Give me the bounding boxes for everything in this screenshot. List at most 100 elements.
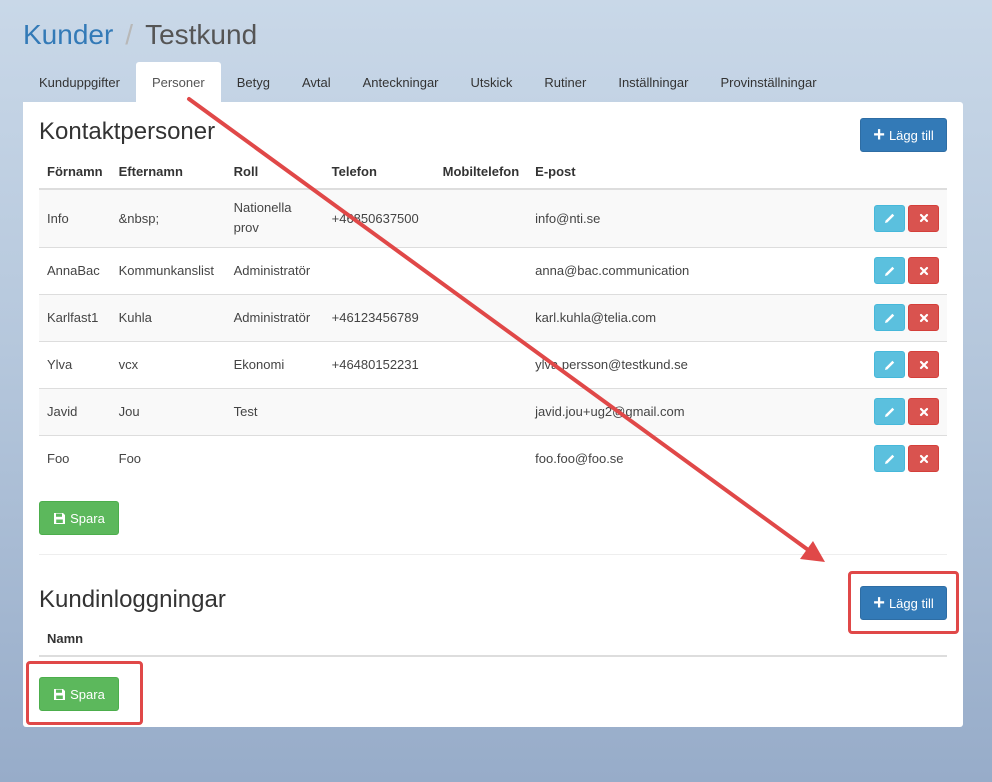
floppy-disk-icon — [53, 512, 66, 525]
cell-fornamn: Ylva — [39, 340, 111, 388]
add-contact-button[interactable]: + Lägg till — [860, 118, 947, 152]
delete-button[interactable] — [908, 304, 939, 331]
cell-fornamn: Karlfast1 — [39, 293, 111, 341]
col-epost: E-post — [527, 154, 862, 190]
cell-actions — [862, 188, 947, 247]
breadcrumb: Kunder / Testkund — [23, 17, 257, 53]
plus-icon: + — [873, 592, 885, 614]
cell-efternamn: Kuhla — [110, 293, 226, 341]
col-mobiltelefon: Mobiltelefon — [434, 154, 528, 190]
cell-roll: Ekonomi — [225, 340, 324, 388]
table-row: Javid Jou Test javid.jou+ug2@gmail.com — [39, 387, 947, 435]
cell-actions — [862, 293, 947, 341]
cell-roll — [225, 434, 324, 482]
cell-efternamn: Jou — [110, 387, 226, 435]
cell-efternamn: Kommunkanslist — [110, 246, 226, 294]
cell-roll: Nationella prov — [225, 188, 324, 247]
pencil-icon — [884, 454, 894, 464]
add-contact-label: Lägg till — [888, 127, 934, 143]
cell-mobiltelefon — [434, 246, 528, 294]
delete-button[interactable] — [908, 351, 939, 378]
save-contacts-button[interactable]: Spara — [39, 501, 119, 535]
tab-avtal[interactable]: Avtal — [286, 62, 347, 103]
col-roll: Roll — [225, 154, 324, 190]
cell-fornamn: Info — [39, 188, 111, 247]
pencil-icon — [884, 313, 894, 323]
breadcrumb-current: Testkund — [145, 19, 258, 50]
table-row: Ylva vcx Ekonomi +46480152231 ylva.perss… — [39, 340, 947, 388]
save-logins-label: Spara — [70, 686, 105, 702]
contacts-table: Förnamn Efternamn Roll Telefon Mobiltele… — [39, 154, 947, 482]
cell-fornamn: Foo — [39, 434, 111, 482]
breadcrumb-kunder-link[interactable]: Kunder — [23, 19, 113, 50]
edit-button[interactable] — [874, 398, 905, 425]
col-actions — [862, 154, 947, 190]
pencil-icon — [884, 360, 894, 370]
cell-actions — [862, 387, 947, 435]
close-icon — [919, 407, 928, 416]
cell-roll: Administratör — [225, 246, 324, 294]
tab-provinstallningar[interactable]: Provinställningar — [704, 62, 832, 103]
logins-table: Namn — [39, 622, 947, 657]
cell-telefon — [323, 246, 435, 294]
delete-button[interactable] — [908, 204, 939, 232]
cell-telefon: +46850637500 — [323, 188, 435, 247]
table-row: Karlfast1 Kuhla Administratör +461234567… — [39, 293, 947, 341]
col-telefon: Telefon — [323, 154, 435, 190]
customer-tabs: Kunduppgifter Personer Betyg Avtal Antec… — [23, 62, 833, 103]
cell-mobiltelefon — [434, 188, 528, 247]
cell-roll: Test — [225, 387, 324, 435]
pencil-icon — [884, 407, 894, 417]
tab-anteckningar[interactable]: Anteckningar — [347, 62, 455, 103]
cell-mobiltelefon — [434, 293, 528, 341]
col-namn: Namn — [39, 622, 947, 657]
cell-mobiltelefon — [434, 387, 528, 435]
cell-efternamn: &nbsp; — [110, 188, 226, 247]
cell-fornamn: AnnaBac — [39, 246, 111, 294]
tab-kunduppgifter[interactable]: Kunduppgifter — [23, 62, 136, 103]
edit-button[interactable] — [874, 351, 905, 378]
edit-button[interactable] — [874, 304, 905, 331]
tab-betyg[interactable]: Betyg — [221, 62, 286, 103]
tab-personer[interactable]: Personer — [135, 62, 221, 103]
col-fornamn: Förnamn — [39, 154, 111, 190]
save-contacts-label: Spara — [70, 510, 105, 526]
delete-button[interactable] — [908, 445, 939, 473]
contacts-title: Kontaktpersoner — [39, 118, 216, 145]
edit-button[interactable] — [874, 204, 905, 232]
tab-installningar[interactable]: Inställningar — [602, 62, 704, 103]
save-logins-button[interactable]: Spara — [39, 677, 119, 711]
cell-actions — [862, 434, 947, 482]
cell-mobiltelefon — [434, 340, 528, 388]
delete-button[interactable] — [908, 257, 939, 284]
close-icon — [919, 214, 928, 223]
close-icon — [919, 266, 928, 275]
pencil-icon — [884, 214, 894, 224]
floppy-disk-icon — [53, 688, 66, 701]
cell-epost: karl.kuhla@telia.com — [527, 293, 862, 341]
plus-icon: + — [873, 124, 885, 146]
cell-mobiltelefon — [434, 434, 528, 482]
cell-telefon: +46480152231 — [323, 340, 435, 388]
breadcrumb-separator: / — [125, 19, 134, 50]
add-login-button[interactable]: + Lägg till — [860, 586, 947, 620]
tab-utskick[interactable]: Utskick — [455, 62, 529, 103]
col-efternamn: Efternamn — [110, 154, 226, 190]
cell-fornamn: Javid — [39, 387, 111, 435]
table-row: AnnaBac Kommunkanslist Administratör ann… — [39, 246, 947, 294]
logins-title: Kundinloggningar — [39, 586, 226, 613]
content-panel: Kontaktpersoner + Lägg till Förnamn Efte… — [23, 102, 963, 727]
cell-epost: foo.foo@foo.se — [527, 434, 862, 482]
delete-button[interactable] — [908, 398, 939, 425]
table-row: Foo Foo foo.foo@foo.se — [39, 434, 947, 482]
cell-roll: Administratör — [225, 293, 324, 341]
cell-epost: info@nti.se — [527, 188, 862, 247]
cell-actions — [862, 340, 947, 388]
add-login-label: Lägg till — [888, 595, 934, 611]
tab-rutiner[interactable]: Rutiner — [528, 62, 602, 103]
cell-actions — [862, 246, 947, 294]
cell-efternamn: vcx — [110, 340, 226, 388]
edit-button[interactable] — [874, 445, 905, 473]
close-icon — [919, 454, 928, 463]
edit-button[interactable] — [874, 257, 905, 284]
